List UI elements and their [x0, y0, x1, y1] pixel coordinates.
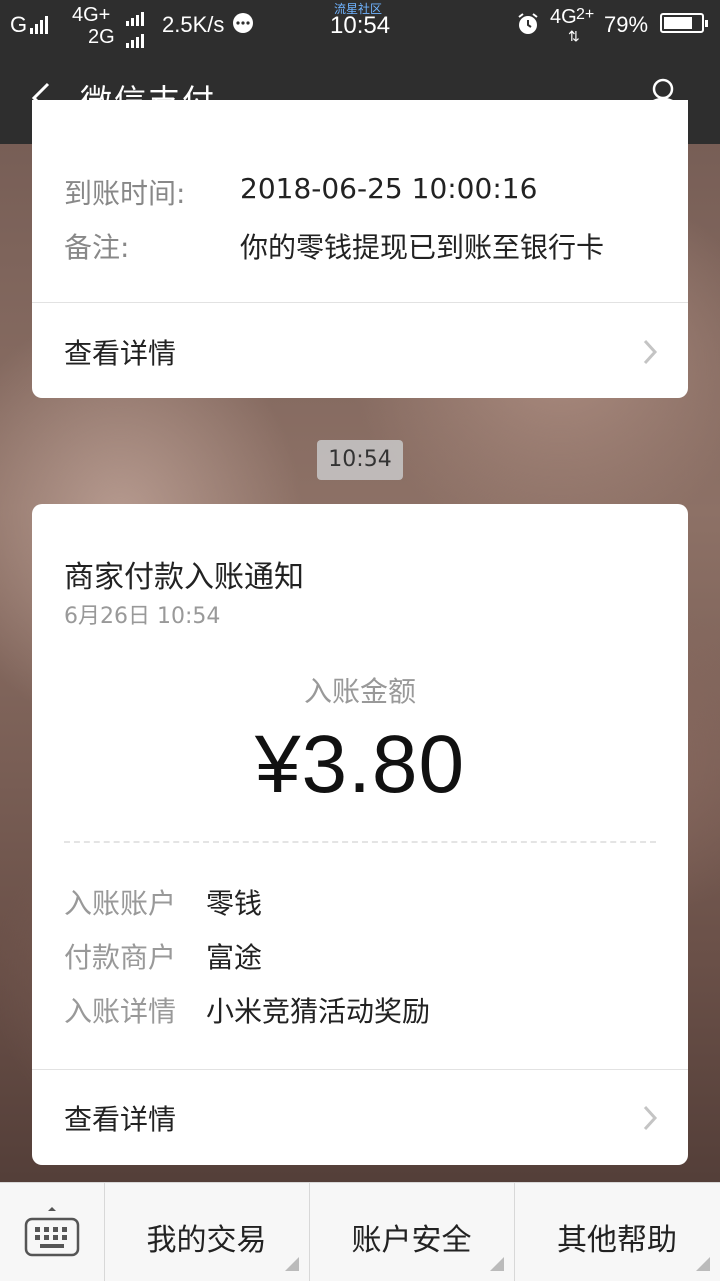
submenu-indicator-icon [285, 1257, 299, 1271]
keyboard-toggle-button[interactable] [0, 1183, 105, 1281]
notice-date: 6月26日 10:54 [64, 604, 221, 629]
dashed-divider [64, 841, 656, 843]
battery-icon [660, 13, 708, 33]
network-right-sub: 2+ [576, 6, 595, 23]
withdrawal-notice-card: 到账时间: 2018-06-25 10:00:16 备注: 你的零钱提现已到账至… [32, 100, 688, 398]
view-details-link[interactable]: 查看详情 [32, 1070, 688, 1164]
menu-my-transactions[interactable]: 我的交易 [104, 1183, 310, 1281]
network-2g-label: 2G [88, 26, 115, 48]
account-value: 零钱 [206, 887, 263, 920]
signal-icon [30, 16, 50, 34]
message-timestamp: 10:54 [317, 440, 403, 480]
detail-label: 入账详情 [64, 995, 177, 1028]
menu-account-security[interactable]: 账户安全 [309, 1183, 515, 1281]
remark-value: 你的零钱提现已到账至银行卡 [240, 231, 605, 264]
battery-percent: 79% [604, 12, 649, 37]
arrival-time-label: 到账时间: [64, 177, 186, 210]
carrier-label: G [10, 12, 28, 37]
merchant-value: 富途 [206, 941, 263, 974]
keyboard-icon [24, 1203, 80, 1261]
clock: 10:54 [330, 12, 391, 39]
account-label: 入账账户 [64, 887, 177, 920]
submenu-indicator-icon [696, 1257, 710, 1271]
payment-notice-card[interactable]: 商家付款入账通知 6月26日 10:54 入账金额 ¥3.80 入账账户 零钱 … [32, 504, 688, 1165]
network-right-label: 4G [550, 6, 577, 28]
amount-value: ¥3.80 [254, 719, 466, 810]
network-4g-label: 4G+ [72, 4, 111, 26]
menu-label: 账户安全 [351, 1223, 472, 1258]
view-details-label: 查看详情 [64, 337, 177, 370]
view-details-label: 查看详情 [64, 1103, 177, 1136]
remark-label: 备注: [64, 231, 130, 264]
view-details-link[interactable]: 查看详情 [32, 304, 688, 398]
chevron-right-icon [642, 338, 658, 366]
chat-bubble-icon [232, 12, 254, 39]
status-bar: G 4G+ 2G 2.5K/s 流星社区 10:54 4G 2+ ⇅ 79% [0, 0, 720, 50]
data-arrows-icon: ⇅ [568, 28, 580, 44]
amount-label: 入账金额 [303, 675, 416, 708]
notice-title: 商家付款入账通知 [64, 560, 304, 595]
network-speed: 2.5K/s [162, 12, 225, 37]
bottom-menu-bar: 我的交易 账户安全 其他帮助 [0, 1182, 720, 1281]
alarm-icon [516, 12, 540, 41]
merchant-label: 付款商户 [64, 941, 177, 974]
signal-icon-3 [126, 30, 146, 48]
menu-other-help[interactable]: 其他帮助 [514, 1183, 720, 1281]
card-divider [32, 302, 688, 303]
signal-icon-2 [126, 8, 146, 26]
chevron-right-icon [642, 1104, 658, 1132]
menu-label: 我的交易 [146, 1223, 267, 1258]
arrival-time-value: 2018-06-25 10:00:16 [240, 172, 538, 205]
submenu-indicator-icon [490, 1257, 504, 1271]
detail-value: 小米竞猜活动奖励 [206, 995, 431, 1028]
menu-label: 其他帮助 [557, 1223, 677, 1258]
